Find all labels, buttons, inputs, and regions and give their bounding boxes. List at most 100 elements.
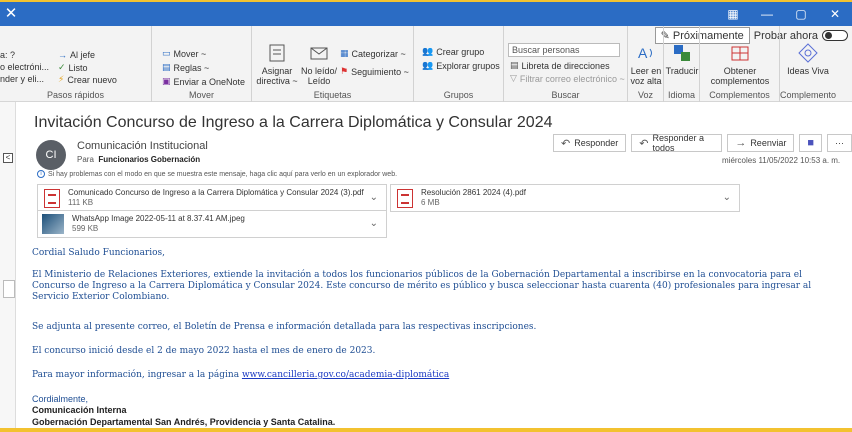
pdf-icon (44, 188, 60, 208)
onenote-button[interactable]: ▣ Enviar a OneNote (162, 76, 245, 87)
group-pasos-rapidos: a: ? o electróni... nder y eli... → Al je… (0, 26, 152, 102)
traducir-button[interactable]: Traducir (664, 42, 700, 76)
no-leido-button[interactable]: No leído/ Leído (298, 42, 340, 86)
reply-all-button[interactable]: ↶ Responder a todos (631, 133, 723, 153)
scroll-handle[interactable] (3, 280, 15, 298)
libreta-button[interactable]: ▤ Libreta de direcciones (510, 60, 610, 71)
group-label-etiquetas: Etiquetas (313, 90, 352, 100)
bottom-border (0, 428, 852, 432)
mover-button[interactable]: ▭ Mover ~ (162, 48, 206, 59)
leer-voz-button[interactable]: A Leer en voz alta (628, 42, 664, 86)
teams-button[interactable]: ■ (799, 134, 822, 152)
categorizar-button[interactable]: ▦ Categorizar ~ (340, 48, 406, 59)
reply-button[interactable]: ↶ Responder (553, 134, 627, 152)
recipient-name[interactable]: Funcionarios Gobernación (98, 155, 200, 164)
close-pane-icon[interactable]: ✕ (2, 5, 20, 23)
message-actions: ↶ Responder ↶ Responder a todos → Reenviar … (553, 133, 852, 153)
chevron-down-icon[interactable]: ⌄ (370, 218, 378, 229)
sender-name[interactable]: Comunicación Institucional (77, 140, 208, 152)
group-add-icon: 👥 (422, 46, 434, 56)
attachment-size: 6 MB (421, 198, 440, 207)
quickstep-item[interactable]: nder y eli... (0, 74, 44, 84)
read-aloud-icon: A (638, 45, 652, 61)
group-label-buscar: Buscar (551, 90, 580, 100)
group-label-idioma: Idioma (667, 90, 695, 100)
quickstep-al-jefe[interactable]: → Al jefe (58, 50, 95, 60)
quickstep-crear-nuevo[interactable]: ⚡ Crear nuevo (58, 74, 117, 85)
forward-icon: → (735, 137, 747, 149)
group-complemento: Ideas Viva Complemento (780, 26, 852, 102)
attachment[interactable]: Comunicado Concurso de Ingreso a la Carr… (37, 184, 387, 212)
group-label-pasos-rapidos: Pasos rápidos (46, 90, 105, 100)
attachment-size: 599 KB (72, 224, 99, 233)
to-label: Para (77, 155, 94, 164)
minimize-button[interactable]: — (750, 2, 784, 26)
translate-icon (674, 45, 690, 61)
group-mover: ▭ Mover ~ ▤ Reglas ~ ▣ Enviar a OneNote Mov… (152, 26, 252, 102)
forward-button[interactable]: → Reenviar (727, 134, 795, 152)
body-greeting: Cordial Saludo Funcionarios, (32, 248, 166, 258)
obtener-complementos-button[interactable]: Obtener complementos (700, 42, 780, 86)
signature-line: Comunicación Interna (32, 405, 127, 415)
svg-text:A: A (638, 45, 648, 61)
body-paragraph: Se adjunta al presente correo, el Boletí… (32, 322, 537, 332)
quickstep-item[interactable]: a: ? (0, 50, 15, 60)
group-complementos: Obtener complementos Complementos (700, 26, 780, 102)
reply-icon: ↶ (561, 137, 571, 150)
title-bar: ✕ ▦ — ▢ ✕ (0, 0, 852, 26)
crear-grupo-button[interactable]: 👥 Crear grupo (422, 46, 484, 57)
attachment[interactable]: WhatsApp Image 2022-05-11 at 8.37.41 AM.… (37, 210, 387, 238)
check-icon: ✓ (58, 62, 66, 72)
ideas-viva-button[interactable]: Ideas Viva (780, 42, 836, 76)
group-etiquetas: Asignar directiva ~ No leído/ Leído ▦ Cat… (252, 26, 414, 102)
group-label-voz: Voz (637, 90, 653, 100)
cancilleria-link[interactable]: www.cancilleria.gov.co/academia-diplomát… (242, 370, 449, 380)
seguimiento-button[interactable]: ⚑ Seguimiento ~ (340, 66, 409, 77)
close-button[interactable]: ✕ (818, 2, 852, 26)
body-paragraph: Para mayor información, ingresar a la pá… (32, 370, 449, 381)
attachment-name: Resolución 2861 2024 (4).pdf (421, 188, 526, 197)
attachment-name: Comunicado Concurso de Ingreso a la Carr… (68, 188, 364, 197)
group-grupos: 👥 Crear grupo 👥 Explorar grupos Grupos (414, 26, 504, 102)
signature: Comunicación Interna (32, 405, 127, 415)
onenote-icon: ▣ (162, 76, 171, 86)
reglas-button[interactable]: ▤ Reglas ~ (162, 62, 209, 73)
group-label-complemento: Complemento (780, 90, 837, 100)
body-text: Para mayor información, ingresar a la pá… (32, 370, 242, 380)
closing: Cordialmente, (32, 394, 89, 404)
message-date: miércoles 11/05/2022 10:53 a. m. (722, 156, 841, 165)
address-book-icon: ▤ (510, 60, 519, 70)
ribbon-display-icon[interactable]: ▦ (716, 2, 750, 26)
info-bar[interactable]: i Si hay problemas con el modo en que se… (37, 170, 397, 178)
explorar-grupos-button[interactable]: 👥 Explorar grupos (422, 60, 500, 71)
maximize-button[interactable]: ▢ (784, 2, 818, 26)
group-browse-icon: 👥 (422, 60, 434, 70)
collapse-icon[interactable]: < (3, 153, 13, 163)
signature: Gobernación Departamental San Andrés, Pr… (32, 417, 335, 427)
attachment[interactable]: Resolución 2861 2024 (4).pdf 6 MB ⌄ (390, 184, 740, 212)
policy-icon (269, 44, 285, 62)
asignar-directiva-button[interactable]: Asignar directiva ~ (256, 42, 298, 86)
addins-icon (731, 46, 749, 61)
arrow-right-icon: → (58, 50, 67, 60)
teams-icon: ■ (807, 137, 814, 149)
ribbon: ✎ Próximamente Probar ahora a: ? o elect… (0, 26, 852, 102)
chevron-down-icon[interactable]: ⌄ (723, 192, 731, 203)
quickstep-item[interactable]: o electróni... (0, 62, 49, 72)
more-actions-button[interactable]: ··· (827, 134, 852, 152)
attachment-size: 111 KB (68, 198, 94, 207)
attachment-name: WhatsApp Image 2022-05-11 at 8.37.41 AM.… (72, 214, 245, 223)
avatar: CI (36, 140, 66, 170)
chevron-down-icon[interactable]: ⌄ (370, 192, 378, 203)
body-paragraph: El Ministerio de Relaciones Exteriores, … (32, 270, 812, 302)
reply-all-icon: ↶ (639, 137, 649, 150)
group-label-mover: Mover (188, 90, 214, 100)
envelope-icon (310, 47, 328, 60)
quickstep-listo[interactable]: ✓ Listo (58, 62, 88, 73)
filtrar-button[interactable]: ▽ Filtrar correo electrónico ~ (510, 73, 625, 84)
search-people-input[interactable]: Buscar personas (508, 43, 620, 57)
viva-icon (798, 43, 818, 63)
pdf-icon (397, 188, 413, 208)
flag-icon: ⚑ (340, 66, 349, 76)
categorize-icon: ▦ (340, 48, 349, 58)
